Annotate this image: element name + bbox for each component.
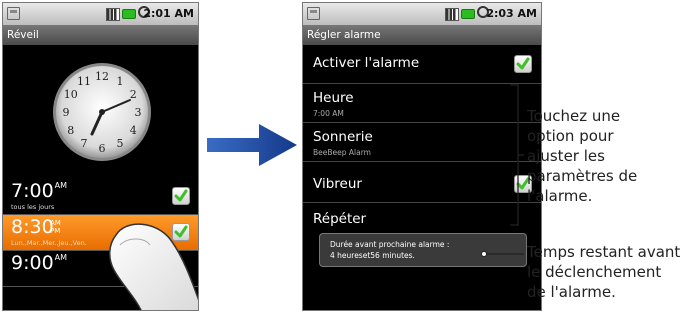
annotation-tap-option: Touchez une option pour ajuster les para… [527, 107, 638, 205]
setting-label: Sonnerie [313, 129, 373, 145]
signal-icon [445, 8, 459, 21]
alarm-days: tous les jours [11, 203, 55, 211]
setting-label: Répéter [313, 211, 367, 227]
alarm-time: 7:00AM [11, 180, 68, 202]
check-icon [174, 189, 188, 202]
annotation-time-left: Temps restant avant le déclenchement de … [527, 243, 681, 301]
analog-clock: 12 12 3 45678 9 1011 [53, 63, 151, 161]
signal-icon [106, 8, 120, 21]
annotation-lines [481, 84, 524, 257]
clock-numeral: 1 [117, 75, 124, 88]
activate-alarm-checkbox[interactable] [514, 55, 532, 73]
setting-label: Heure [313, 90, 354, 106]
arrow-right-icon [207, 124, 297, 166]
alarm-days: Lun.,Mar.,Mer.,Jeu.,Ven. [11, 239, 87, 247]
alarm-row-1[interactable]: 7:00AM tous les jours [3, 179, 198, 215]
alarm-time: 9:00AM [11, 252, 68, 274]
alarm-meridiem-am: AM [50, 219, 61, 227]
clock-numeral: 5 [117, 137, 124, 150]
screen-title: Régler alarme [303, 25, 541, 45]
alarm-time: 8:30 [11, 216, 54, 238]
screen-title: Réveil [3, 25, 198, 45]
clock-numeral: 8 [67, 124, 74, 137]
analog-clock-area: 12 1 2 3 4 5 6 7 8 9 10 11 [3, 45, 198, 179]
toast-line-1: Durée avant prochaine alarme : [330, 240, 450, 249]
setting-label: Activer l'alarme [313, 55, 420, 71]
clock-numeral: 2 [130, 88, 137, 101]
clock-numeral: 3 [135, 106, 142, 119]
status-bar: 2:03 AM [303, 3, 541, 26]
clock-numeral: 10 [64, 88, 78, 101]
alarm-list-screen: 2:01 AM Réveil 12 1 2 3 4 5 6 7 8 9 10 11 7:00AM to… [2, 2, 199, 311]
clock-numeral: 11 [77, 75, 91, 88]
toast-line-2: 4 heureset56 minutes. [330, 251, 415, 260]
clock-numeral: 7 [81, 137, 88, 150]
clock-numeral: 4 [130, 124, 137, 137]
finger-pointer-icon [109, 223, 198, 310]
check-icon [516, 57, 530, 70]
battery-icon [122, 9, 136, 19]
alarm-enable-checkbox[interactable] [172, 187, 190, 205]
status-time: 2:03 AM [486, 7, 537, 20]
clock-center [99, 109, 105, 115]
setting-value: BeeBeep Alarm [313, 148, 371, 157]
setting-activate-alarm[interactable]: Activer l'alarme [303, 45, 541, 84]
bracket-line [510, 84, 519, 226]
clock-numeral: 12 [95, 70, 109, 83]
battery-icon [461, 9, 475, 19]
sim-icon [307, 7, 320, 20]
sim-icon [7, 7, 20, 20]
setting-label: Vibreur [313, 176, 362, 192]
clock-numeral: 9 [63, 106, 70, 119]
status-time: 2:01 AM [143, 7, 194, 20]
status-bar: 2:01 AM [3, 3, 198, 26]
alarm-meridiem-pm: PM [50, 227, 61, 235]
clock-numeral: 6 [99, 142, 106, 155]
setting-value: 7:00 AM [313, 109, 344, 118]
leader-dot [481, 251, 487, 257]
